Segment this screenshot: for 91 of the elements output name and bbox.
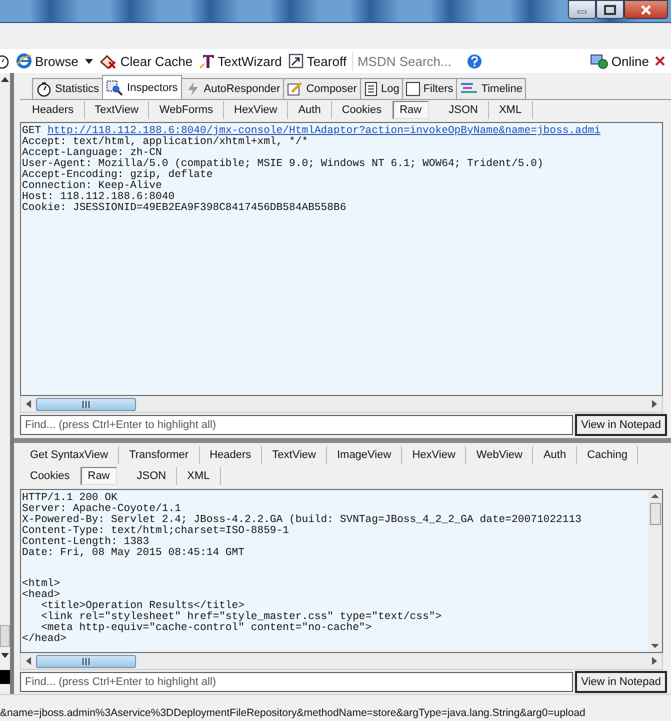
scrollbar-thumb[interactable] xyxy=(36,398,136,411)
scroll-left-arrow-icon[interactable] xyxy=(25,400,33,408)
stopwatch-icon xyxy=(36,81,52,97)
request-view-tab[interactable]: WebForms xyxy=(149,100,224,119)
clear-cache-button[interactable]: Clear Cache xyxy=(99,53,193,69)
document-icon xyxy=(364,81,378,97)
request-view-tab[interactable]: Headers xyxy=(22,100,85,119)
request-view-tab[interactable]: TextView xyxy=(84,100,150,119)
response-body-line: <link rel="stylesheet" href="style_master.css" type="text/css"> xyxy=(40,612,443,623)
request-header-line: Accept: text/html, application/xhtml+xml, */* xyxy=(22,136,310,148)
scroll-down-arrow-icon[interactable] xyxy=(1,653,9,658)
minimize-button[interactable] xyxy=(568,0,596,19)
response-view-tab[interactable]: Transformer xyxy=(119,446,200,464)
status-bar-text: &name=jboss.admin%3Aservice%3DDeploymentFileRepository&methodName=store&argType=java.lang.String&arg0=upload xyxy=(0,707,586,721)
eraser-icon xyxy=(99,53,118,69)
request-view-tab[interactable]: Auth xyxy=(288,100,332,119)
splitter[interactable] xyxy=(14,438,671,443)
maximize-button[interactable] xyxy=(596,0,624,19)
request-header-line: User-Agent: Mozilla/5.0 (compatible; MSIE 9.0; Windows NT 6.1; WOW64; Trident/5.0) xyxy=(22,158,544,170)
response-body-line: </head> xyxy=(22,634,68,645)
request-header-line: Connection: Keep-Alive xyxy=(22,180,162,192)
response-view-tab[interactable]: Get SyntaxView xyxy=(20,446,120,464)
request-view-tab[interactable]: JSON xyxy=(438,100,489,119)
letter-t-icon xyxy=(198,53,215,69)
response-header-line: Content-Type: text/html;charset=ISO-8859-1 xyxy=(22,526,290,537)
response-view-tab[interactable]: XML xyxy=(177,466,221,485)
scroll-down-arrow-icon[interactable] xyxy=(651,643,659,650)
tearoff-button[interactable]: Tearoff xyxy=(288,53,346,69)
inspector-tab[interactable]: Statistics xyxy=(32,78,104,99)
response-header-line: X-Powered-By: Servlet 2.4; JBoss-4.2.2.GA (build: SVNTag=JBoss_4_2_2_GA date=20071022113 xyxy=(22,514,582,526)
response-view-tab[interactable]: Headers xyxy=(200,446,262,464)
request-header-line: Accept-Encoding: gzip, deflate xyxy=(22,170,214,181)
response-header-line: Content-Length: 1383 xyxy=(22,536,150,548)
request-url-link[interactable]: http://118.112.188.6:8040/jmx-console/HtmlAdaptor?action=invokeOpByName&name=jboss.admi xyxy=(47,124,601,137)
response-view-tab[interactable]: ImageView xyxy=(326,446,402,464)
request-header-line: Cookie: JSESSIONID=49EB2EA9F398C8417456DB584AB558B6 xyxy=(22,202,348,214)
response-view-tab[interactable]: WebView xyxy=(466,446,534,464)
checkbox-icon xyxy=(406,82,420,96)
response-header-line: Date: Fri, 08 May 2015 08:45:14 GMT xyxy=(22,548,246,559)
response-body-line: <html> xyxy=(22,578,62,590)
response-view-tab[interactable]: Auth xyxy=(533,446,578,464)
timeline-icon xyxy=(460,82,478,96)
inspector-tab[interactable]: Log xyxy=(360,78,404,99)
scroll-up-arrow-icon[interactable] xyxy=(651,492,659,499)
inspector-tab[interactable]: Inspectors xyxy=(102,75,182,99)
response-view-tab[interactable]: TextView xyxy=(262,446,327,464)
response-body-line: <head> xyxy=(22,590,60,601)
response-header-line: Server: Apache-Coyote/1.1 xyxy=(22,504,181,515)
inspector-tab[interactable]: Composer xyxy=(283,78,361,99)
inspector-tab[interactable]: AutoResponder xyxy=(180,78,284,99)
textwizard-button[interactable]: TextWizard xyxy=(198,53,282,69)
view-in-notepad-button[interactable]: View in Notepad xyxy=(575,414,667,436)
response-view-tab[interactable]: Caching xyxy=(577,446,638,464)
request-view-tab[interactable]: HexView xyxy=(224,100,288,119)
scrollbar-thumb[interactable] xyxy=(650,502,660,525)
scrollbar-thumb[interactable] xyxy=(0,625,10,647)
panel-edge xyxy=(0,670,10,684)
scrollbar-thumb[interactable] xyxy=(36,654,136,668)
inspector-tab[interactable]: Timeline xyxy=(456,78,526,99)
request-header-line: Host: 118.112.188.6:8040 xyxy=(22,192,175,203)
request-view-tab[interactable]: Raw xyxy=(392,100,429,119)
response-view-tab[interactable]: Raw xyxy=(80,466,117,485)
globe-icon xyxy=(16,53,32,69)
request-header-line: Accept-Language: zh-CN xyxy=(22,148,162,159)
help-icon[interactable] xyxy=(467,54,482,68)
response-header-line: HTTP/1.1 200 OK xyxy=(22,492,118,504)
response-body-line: <title>Operation Results</title> xyxy=(40,600,245,612)
pencil-icon xyxy=(287,81,304,97)
close-icon[interactable] xyxy=(655,56,665,66)
dropdown-caret-icon xyxy=(85,58,94,64)
inspector-tab[interactable]: Filters xyxy=(402,78,458,99)
scroll-right-arrow-icon[interactable] xyxy=(650,657,658,666)
find-field[interactable]: Find... (press Ctrl+Enter to highlight all) xyxy=(20,415,574,436)
close-button[interactable] xyxy=(624,0,668,19)
stopwatch-icon[interactable] xyxy=(0,53,10,69)
response-view-tab[interactable]: HexView xyxy=(402,446,466,464)
scroll-right-arrow-icon[interactable] xyxy=(650,400,658,408)
tearoff-icon xyxy=(288,53,304,69)
maximize-icon xyxy=(604,4,616,14)
scroll-left-arrow-icon[interactable] xyxy=(25,657,33,666)
request-view-tab[interactable]: XML xyxy=(488,100,533,119)
view-in-notepad-button[interactable]: View in Notepad xyxy=(575,671,667,694)
close-icon xyxy=(640,4,652,14)
online-button[interactable]: Online xyxy=(590,53,649,69)
magnifier-icon xyxy=(106,80,124,96)
request-line: GET http://118.112.188.6:8040/jmx-console/HtmlAdaptor?action=invokeOpByName&name=jboss.admi xyxy=(22,126,602,137)
find-field[interactable]: Find... (press Ctrl+Enter to highlight all) xyxy=(20,672,574,692)
scroll-up-arrow-icon[interactable] xyxy=(1,77,9,82)
browse-button[interactable]: Browse xyxy=(16,53,94,69)
response-view-tab[interactable]: JSON xyxy=(126,466,178,485)
response-body-line: <meta http-equiv="cache-control" content="no-cache"> xyxy=(41,622,373,634)
